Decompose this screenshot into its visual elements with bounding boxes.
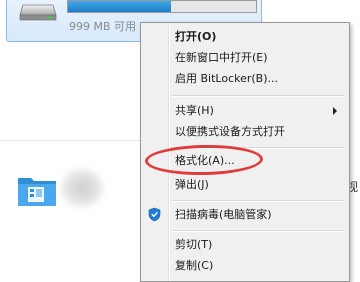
menu-item-label: 复制(C) (175, 259, 214, 272)
blurred-label (60, 168, 104, 208)
menu-item-open-new-window[interactable]: 在新窗口中打开(E) (143, 47, 347, 68)
menu-item-label: 共享(H) (175, 104, 214, 117)
menu-item-label: 剪切(T) (175, 238, 213, 251)
menu-item-label: 启用 BitLocker(B)... (175, 72, 279, 85)
hard-drive-icon (19, 4, 57, 21)
menu-separator (171, 95, 345, 97)
menu-item-share[interactable]: 共享(H) (143, 100, 347, 121)
menu-separator (171, 230, 345, 232)
library-folder-icon[interactable] (16, 172, 58, 208)
menu-item-open[interactable]: 打开(O) (143, 26, 347, 47)
menu-item-bitlocker[interactable]: 启用 BitLocker(B)... (143, 68, 347, 89)
submenu-arrow-icon (333, 107, 337, 115)
section-divider (0, 140, 140, 141)
menu-item-cut[interactable]: 剪切(T) (143, 234, 347, 255)
menu-item-label: 弹出(J) (175, 178, 209, 191)
menu-item-label: 打开(O) (175, 30, 217, 43)
menu-item-eject[interactable]: 弹出(J) (143, 174, 347, 195)
menu-item-label: 在新窗口中打开(E) (175, 51, 268, 64)
capacity-bar-fill (68, 1, 172, 12)
menu-item-label: 扫描病毒(电脑管家) (175, 208, 272, 221)
menu-item-copy[interactable]: 复制(C) (143, 255, 347, 276)
menu-item-label: 以便携式设备方式打开 (175, 125, 285, 138)
capacity-bar (67, 0, 257, 13)
menu-item-scan-virus[interactable]: 扫描病毒(电脑管家) (143, 204, 347, 225)
shield-icon (148, 207, 161, 222)
free-space-text: 999 MB 可用 (69, 20, 137, 33)
menu-item-open-as-portable[interactable]: 以便携式设备方式打开 (143, 121, 347, 142)
menu-separator (171, 200, 345, 202)
